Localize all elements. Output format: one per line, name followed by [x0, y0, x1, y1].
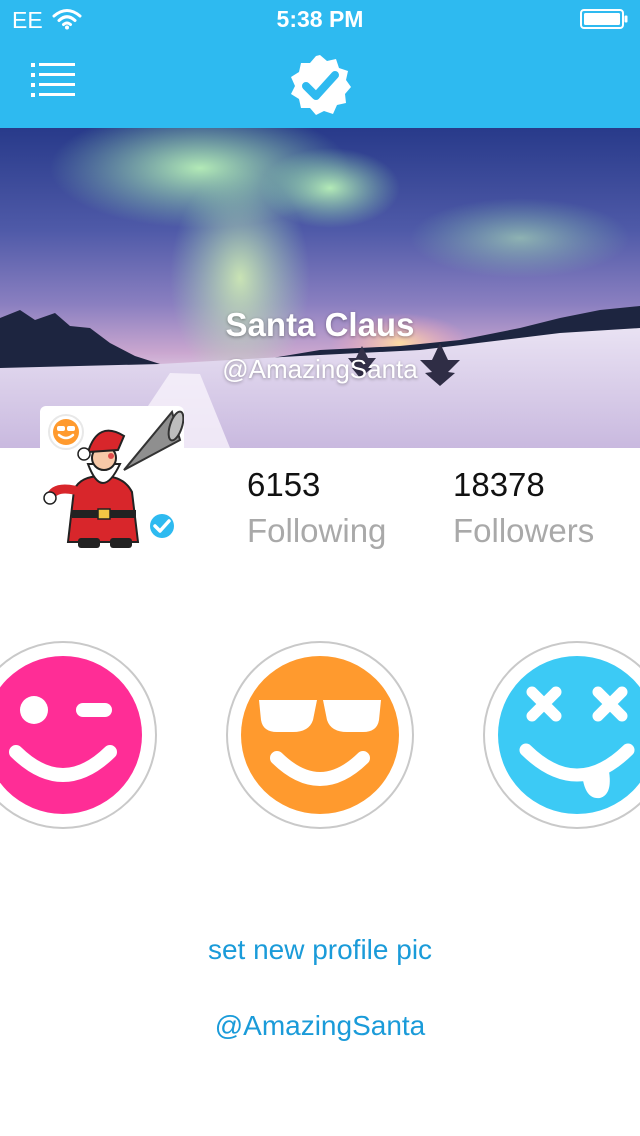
- followers-stat[interactable]: 18378 Followers: [453, 466, 594, 550]
- set-profile-pic-link[interactable]: set new profile pic: [0, 934, 640, 966]
- status-time: 5:38 PM: [276, 6, 364, 32]
- profile-name: Santa Claus: [225, 306, 415, 343]
- followers-label: Followers: [453, 512, 595, 549]
- santa-avatar-image: [43, 409, 184, 548]
- sunglasses-emoji-icon: [48, 414, 84, 450]
- profile-handle: @AmazingSanta: [222, 354, 418, 384]
- followers-count: 18378: [453, 466, 545, 503]
- following-count: 6153: [247, 466, 321, 503]
- top-bar: EE 5:38 PM: [0, 0, 640, 128]
- following-label: Following: [247, 512, 387, 549]
- tongue-out-emoji-icon[interactable]: [482, 640, 640, 830]
- aurora-landscape-image: [0, 128, 640, 448]
- verified-badge-icon[interactable]: [288, 53, 352, 117]
- status-bar: EE 5:38 PM: [0, 0, 640, 40]
- wink-emoji-icon[interactable]: [0, 640, 158, 830]
- sunglasses-emoji-icon[interactable]: [225, 640, 415, 830]
- following-stat[interactable]: 6153 Following: [247, 466, 386, 550]
- avatar[interactable]: [40, 406, 184, 550]
- battery-icon: [580, 9, 628, 29]
- handle-link[interactable]: @AmazingSanta: [0, 1010, 640, 1042]
- menu-icon[interactable]: [26, 62, 78, 98]
- cover-banner: Santa Claus @AmazingSanta: [0, 128, 640, 448]
- verified-badge-small-icon: [146, 510, 178, 542]
